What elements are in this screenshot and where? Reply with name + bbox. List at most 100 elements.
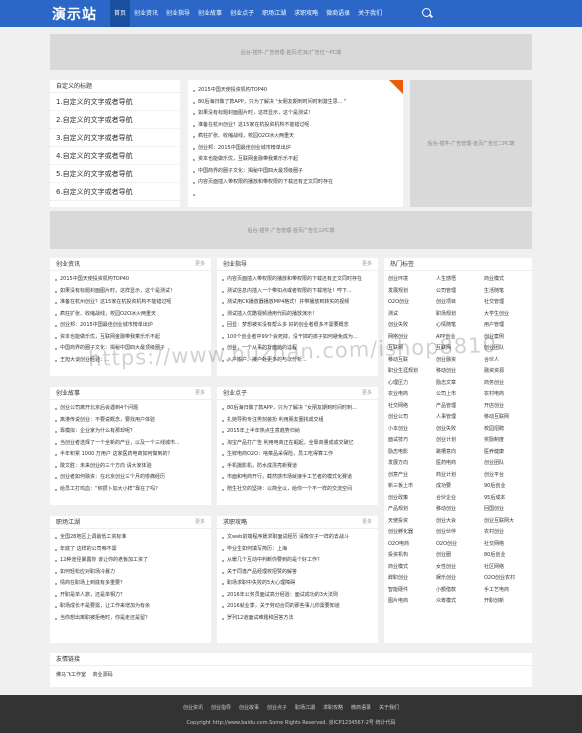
tag-link[interactable]: 跳槽意向: [436, 447, 484, 459]
tag-link[interactable]: 发展方向: [388, 458, 436, 470]
friend-link[interactable]: 佛马飞工作室: [56, 672, 86, 678]
footer-nav-item[interactable]: 关于我们: [375, 704, 403, 711]
list-item[interactable]: 离港传说创业：不要说概念，要找用户体验: [50, 415, 211, 427]
tag-link[interactable]: 创业案例: [484, 332, 532, 344]
ad-banner-top[interactable]: 后台-插件-广告管理-首页/栏目/广告位一PC端: [50, 34, 532, 70]
footer-nav-item[interactable]: 微商语录: [347, 704, 375, 711]
nav-item[interactable]: 关于我们: [354, 0, 386, 27]
tag-link[interactable]: 互联网: [436, 343, 484, 355]
tag-link[interactable]: 开职创新: [484, 596, 532, 608]
tag-link[interactable]: 创业伙伴: [436, 527, 484, 539]
footer-nav-item[interactable]: 创业资讯: [179, 704, 207, 711]
list-item[interactable]: 如何轻松应对职场冷暴力: [50, 567, 211, 579]
custom-nav-item[interactable]: 3.自定义的文字或者导航: [50, 129, 180, 147]
tag-link[interactable]: 开店创业: [484, 401, 532, 413]
nav-item[interactable]: 创业指导: [162, 0, 194, 27]
more-link[interactable]: 更多: [362, 258, 372, 271]
nav-item[interactable]: 求职攻略: [290, 0, 322, 27]
tag-link[interactable]: 公司管理: [436, 286, 484, 298]
tag-link[interactable]: 产品管理: [436, 401, 484, 413]
list-item[interactable]: 靠模拟：企业家为什么有那却呢？: [50, 426, 211, 438]
footer-nav-item[interactable]: 职场江湖: [291, 704, 319, 711]
list-item[interactable]: 2015中国天使投资机构TOP40: [50, 274, 211, 286]
tag-link[interactable]: 创业政策: [388, 493, 436, 505]
tag-link[interactable]: 校园招聘: [484, 424, 532, 436]
nav-item[interactable]: 微商语录: [322, 0, 354, 27]
nav-item[interactable]: 创业点子: [226, 0, 258, 27]
tag-link[interactable]: 农业电商: [388, 389, 436, 401]
tag-link[interactable]: 创业团队: [484, 343, 532, 355]
tag-link[interactable]: 智能硬件: [388, 585, 436, 597]
featured-news-item[interactable]: 创业邦：2015中国最佳创业城市榜单出炉: [188, 143, 403, 155]
more-link[interactable]: 更多: [195, 516, 205, 529]
tag-link[interactable]: 人事管理: [436, 412, 484, 424]
list-item[interactable]: 创业者如何融资：在北京创业三个月的惨痛经历: [50, 472, 211, 484]
tag-link[interactable]: 手工艺电商: [484, 585, 532, 597]
section-title-text[interactable]: 职场江湖: [56, 519, 80, 526]
list-item[interactable]: 100个创业者中99个会死掉，没干掉的孩子如何避免成为...: [217, 332, 378, 344]
footer-nav-item[interactable]: 创业点子: [263, 704, 291, 711]
footer-nav-item[interactable]: 求职攻略: [319, 704, 347, 711]
featured-news-item[interactable]: 内容页面插入带权限的播放和带权限的下载还有正文同时存在: [188, 177, 403, 189]
tag-link[interactable]: 人生感悟: [436, 274, 484, 286]
custom-nav-item[interactable]: 5.自定义的文字或者导航: [50, 165, 180, 183]
tag-link[interactable]: 娱乐创业: [436, 573, 484, 585]
tag-link[interactable]: 心情随笔: [436, 320, 484, 332]
tag-link[interactable]: 融资资源: [484, 366, 532, 378]
list-item[interactable]: 年底了 这样的公司咱不需: [50, 544, 211, 556]
nav-item[interactable]: 职场江湖: [258, 0, 290, 27]
tag-link[interactable]: 医养健康: [484, 447, 532, 459]
site-logo[interactable]: 演示站: [52, 4, 97, 24]
list-item[interactable]: 市面和电商开行，截然感市场就接手工艺者的模式化赛道: [217, 472, 378, 484]
tag-link[interactable]: 社交管理: [484, 297, 532, 309]
tag-link[interactable]: 创业平台: [484, 470, 532, 482]
list-item[interactable]: 当你想出离职被拒绝时，你是走还是留？: [50, 613, 211, 625]
tag-link[interactable]: 成功要: [436, 481, 484, 493]
tag-link[interactable]: 商务创业: [484, 378, 532, 390]
tag-link[interactable]: 创业互联网大: [484, 516, 532, 528]
tag-link[interactable]: 合伙企业: [436, 493, 484, 505]
list-item[interactable]: 资本也能做乐优，互联网金融带我乘乐乐不起: [50, 332, 211, 344]
tag-link[interactable]: 创业圈: [436, 550, 484, 562]
section-title-text[interactable]: 创业指导: [223, 261, 247, 268]
list-item[interactable]: 80后海归做了款APP，只为了解决 “女朋友期到时间时刺...: [217, 403, 378, 415]
more-link[interactable]: 更多: [362, 516, 372, 529]
tag-link[interactable]: 励志电影: [388, 447, 436, 459]
footer-nav-item[interactable]: 创业指导: [207, 704, 235, 711]
ad-banner-side[interactable]: 后台-插件-广告管理-首页广告位二PC端: [410, 80, 532, 207]
friend-link[interactable]: 商业源码: [93, 672, 113, 678]
list-item[interactable]: 从暖几个互动中判断你要到的是个好工作?: [217, 555, 378, 567]
tag-link[interactable]: 移动创业: [436, 366, 484, 378]
tag-link[interactable]: 移动创业: [436, 504, 484, 516]
tag-link[interactable]: 创意产业: [388, 470, 436, 482]
tag-link[interactable]: 产品规划: [388, 504, 436, 516]
section-title-text[interactable]: 创业资讯: [56, 261, 80, 268]
list-item[interactable]: 半年积累 1000 万用户 这家医药电商如何做到的？: [50, 449, 211, 461]
tag-link[interactable]: 图片电商: [388, 596, 436, 608]
list-item[interactable]: 当创业者选择了一个全新的产业，以及一个三线城市...: [50, 438, 211, 450]
tag-link[interactable]: 80后创业: [484, 550, 532, 562]
featured-news-item[interactable]: 疯狂扩张、收缩战线，校园O2O冰火两重天: [188, 131, 403, 143]
tag-link[interactable]: 公司上市: [436, 389, 484, 401]
list-item[interactable]: 疯狂扩张、收缩战线，校园O2O冰火两重天: [50, 309, 211, 321]
more-link[interactable]: 更多: [362, 387, 372, 400]
tag-link[interactable]: 95后成本: [484, 493, 532, 505]
tag-link[interactable]: 农村电商: [484, 389, 532, 401]
list-item[interactable]: 毕业生如何填写简历：上海: [217, 544, 378, 556]
tag-link[interactable]: 众筹模式: [436, 596, 484, 608]
tag-link[interactable]: 创业公司: [388, 412, 436, 424]
list-item[interactable]: 创业邦：2015中国最佳创业城市榜单出炉: [50, 320, 211, 332]
list-item[interactable]: 2016年公务员面试高分经验：面试成功的3大法则: [217, 590, 378, 602]
tag-link[interactable]: O2O电商: [388, 539, 436, 551]
list-item[interactable]: 创业公司离开北京后会遇到4个问题: [50, 403, 211, 415]
list-item[interactable]: 内容页面插入带权限的播放和带权限的下载还有正文同时存在: [217, 274, 378, 286]
tag-link[interactable]: 90后创业: [484, 481, 532, 493]
tag-link[interactable]: 创业孵化器: [388, 527, 436, 539]
tag-link[interactable]: 发展规划: [388, 286, 436, 298]
more-link[interactable]: 更多: [195, 258, 205, 271]
tag-link[interactable]: O2O创业农村: [484, 573, 532, 585]
list-item[interactable]: 陪生社交的坚持：以简全以，给你一个不一样的交流空间: [217, 484, 378, 496]
featured-news-item[interactable]: 如果没有标题封面图片时，这样显示，这个是测试！: [188, 108, 403, 120]
tag-link[interactable]: 辞职创业: [388, 573, 436, 585]
tag-link[interactable]: 大学生创业: [484, 309, 532, 321]
